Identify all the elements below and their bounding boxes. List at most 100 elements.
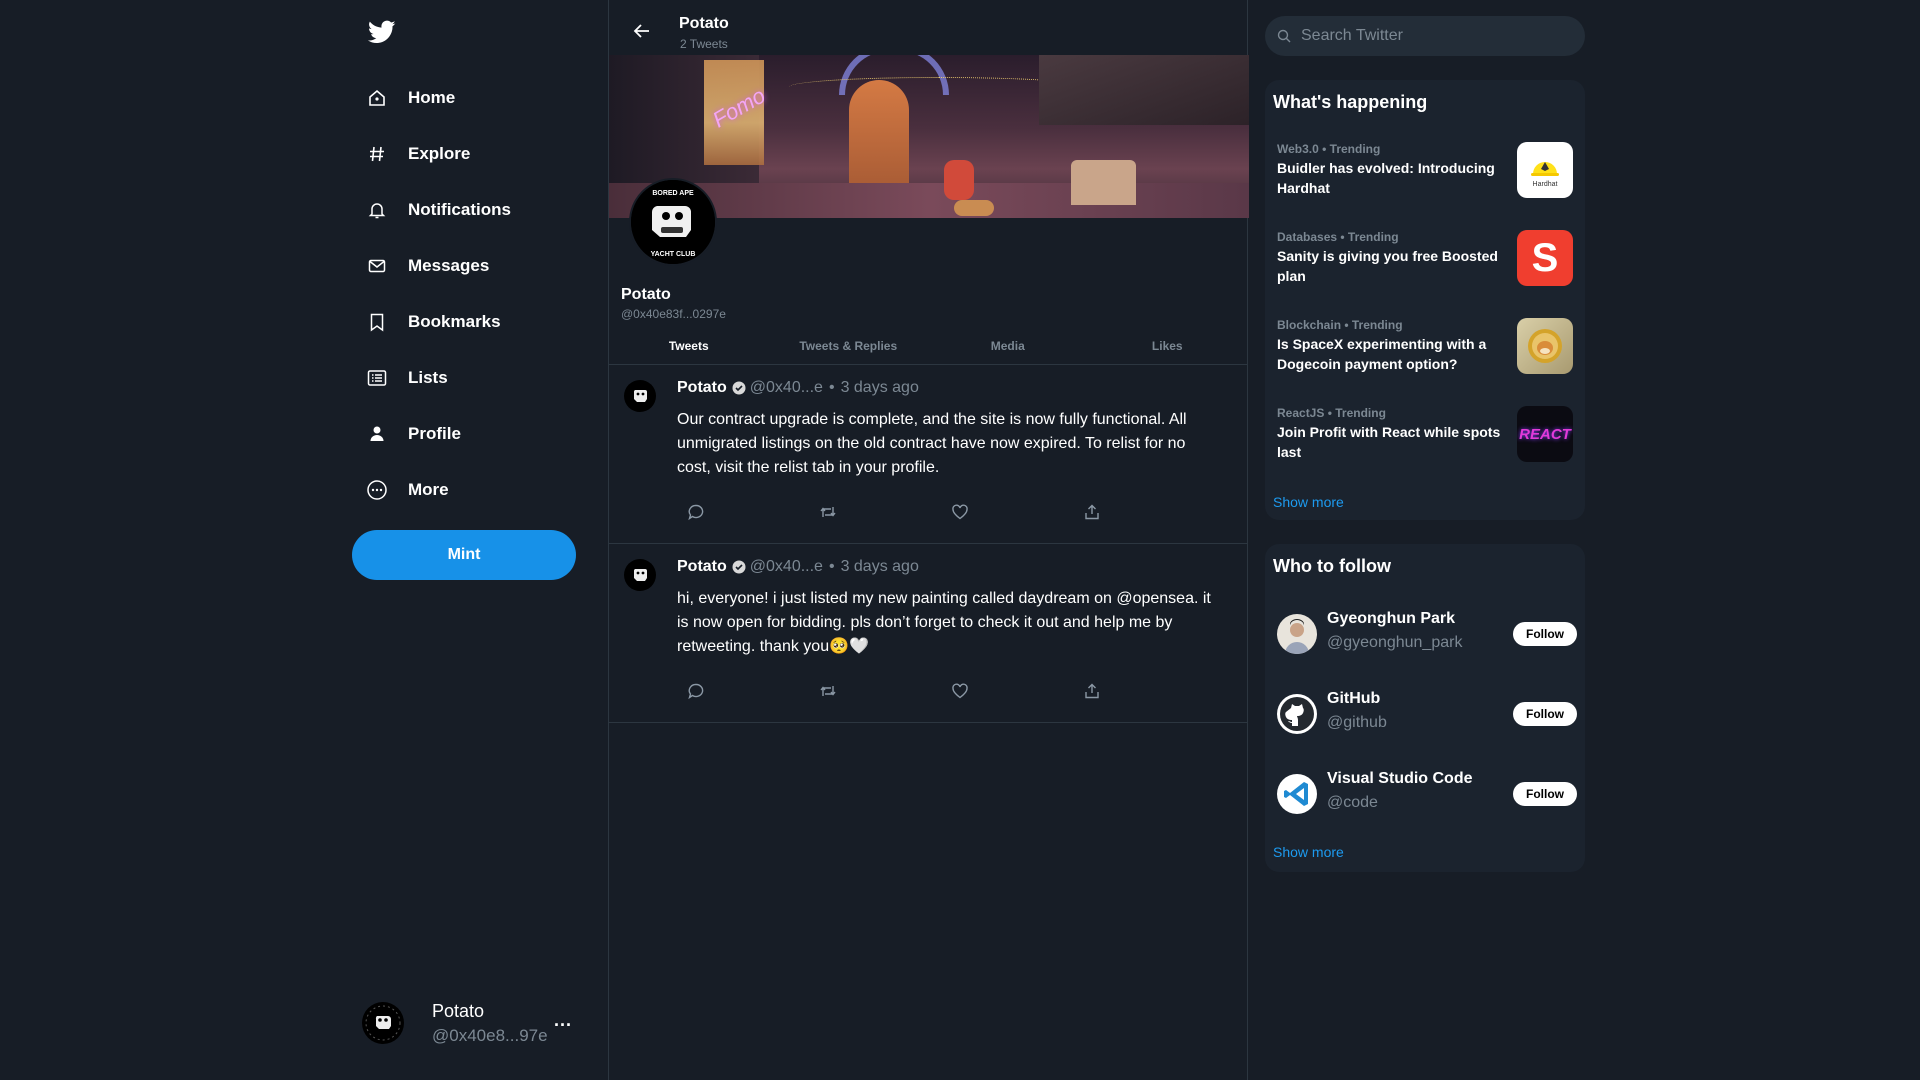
svg-text:YACHT CLUB: YACHT CLUB [651,251,696,258]
tweet-author[interactable]: Potato [677,558,727,576]
like-heart-icon[interactable] [951,503,1083,521]
follow-suggestion[interactable]: Visual Studio Code @code Follow [1277,768,1577,828]
nav-item-home[interactable]: Home [366,70,511,126]
search-box[interactable] [1265,16,1585,56]
user-avatar [1277,614,1317,654]
nav-item-bookmarks[interactable]: Bookmarks [366,294,511,350]
trend-title: Is SpaceX experimenting with a Dogecoin … [1277,336,1487,372]
trend-title: Sanity is giving you free Boosted plan [1277,248,1498,284]
trend-item[interactable]: Blockchain • Trending Is SpaceX experime… [1277,318,1573,398]
nav-label: More [408,480,449,499]
tweet-text: hi, everyone! i just listed my new paint… [677,590,1211,655]
account-avatar [362,1002,404,1044]
trend-item[interactable]: ReactJS • Trending Join Profit with Reac… [1277,406,1573,486]
tweet-handle: @0x40...e [749,558,823,575]
separator: • [828,558,835,575]
profile-header: Potato 2 Tweets [609,0,1247,55]
back-arrow-icon[interactable] [631,20,653,42]
trend-title: Buidler has evolved: Introducing Hardhat [1277,160,1495,196]
envelope-icon [366,255,388,277]
nav-item-explore[interactable]: Explore [366,126,511,182]
profile-avatar[interactable]: BORED APE YACHT CLUB [629,178,717,266]
nav-label: Notifications [408,200,511,219]
verified-badge-icon [732,560,746,574]
tweet-actions [687,682,1215,700]
retweet-icon[interactable] [819,682,951,700]
profile-handle: @0x40e83f...0297e [621,307,726,321]
tweet-handle: @0x40...e [749,379,823,396]
nav-item-profile[interactable]: Profile [366,406,511,462]
whats-happening-panel: What's happening Web3.0 • Trending Buidl… [1265,80,1585,520]
twitter-bird-icon[interactable] [368,18,396,46]
tab-media[interactable]: Media [928,327,1088,364]
account-switcher[interactable]: Potato @0x40e8...97e ... [362,996,582,1050]
nav-label: Explore [408,144,471,163]
tab-tweets[interactable]: Tweets [609,327,769,364]
tweet-time[interactable]: 3 days ago [841,558,919,576]
profile-column: Potato 2 Tweets Fomo BORED APE YACHT CLUB… [608,0,1249,1080]
react-thumbnail: REACT [1517,406,1573,462]
who-to-follow-panel: Who to follow Gyeonghun Park @gyeonghun_… [1265,544,1585,872]
trend-item[interactable]: Databases • Trending Sanity is giving yo… [1277,230,1573,310]
follow-button[interactable]: Follow [1513,702,1577,726]
profile-tabs: Tweets Tweets & Replies Media Likes [609,327,1247,365]
user-handle: @code [1327,794,1378,811]
tab-tweets-replies[interactable]: Tweets & Replies [769,327,929,364]
tab-likes[interactable]: Likes [1088,327,1248,364]
hashtag-icon [366,143,388,165]
tweet[interactable]: Potato @0x40...e • 3 days ago Our contra… [609,365,1247,544]
tweet-avatar[interactable] [624,559,656,591]
nav-item-more[interactable]: More [366,462,511,518]
search-input[interactable] [1301,27,1561,45]
share-icon[interactable] [1083,682,1215,700]
user-handle: @gyeonghun_park [1327,634,1463,651]
trend-title: Join Profit with React while spots last [1277,424,1501,460]
mint-button[interactable]: Mint [352,530,576,580]
tweet-count: 2 Tweets [680,37,728,51]
show-more-link[interactable]: Show more [1273,844,1344,860]
main-nav: Home Explore Notifications Messages Book… [366,70,511,518]
tweet-text: Our contract upgrade is complete, and th… [677,411,1187,476]
tweet-avatar[interactable] [624,380,656,412]
account-name: Potato [432,1000,485,1021]
tweet[interactable]: Potato @0x40...e • 3 days ago hi, everyo… [609,544,1247,723]
nav-item-notifications[interactable]: Notifications [366,182,511,238]
svg-text:Hardhat: Hardhat [1533,181,1558,188]
dogecoin-thumbnail [1517,318,1573,374]
reply-icon[interactable] [687,682,819,700]
more-circle-icon [366,479,388,501]
nav-label: Messages [408,256,490,275]
share-icon[interactable] [1083,503,1215,521]
reply-icon[interactable] [687,503,819,521]
separator: • [828,379,835,396]
more-dots-icon[interactable]: ... [554,1010,572,1031]
github-avatar [1277,694,1317,734]
verified-badge-icon [732,381,746,395]
trend-item[interactable]: Web3.0 • Trending Buidler has evolved: I… [1277,142,1573,222]
nav-item-lists[interactable]: Lists [366,350,511,406]
show-more-link[interactable]: Show more [1273,494,1344,510]
list-icon [366,367,388,389]
svg-text:BORED APE: BORED APE [652,190,694,197]
user-name: Visual Studio Code [1327,770,1473,787]
nav-label: Home [408,88,456,107]
follow-button[interactable]: Follow [1513,782,1577,806]
nav-label: Bookmarks [408,312,501,331]
tweet-author[interactable]: Potato [677,379,727,397]
tweet-time[interactable]: 3 days ago [841,379,919,397]
hardhat-thumbnail: Hardhat [1517,142,1573,198]
sanity-thumbnail: S [1517,230,1573,286]
retweet-icon[interactable] [819,503,951,521]
user-handle: @github [1327,714,1387,731]
person-icon [366,423,388,445]
panel-title: What's happening [1273,92,1428,112]
follow-suggestion[interactable]: Gyeonghun Park @gyeonghun_park Follow [1277,608,1577,668]
bell-icon [366,199,388,221]
follow-suggestion[interactable]: GitHub @github Follow [1277,688,1577,748]
nav-item-messages[interactable]: Messages [366,238,511,294]
follow-button[interactable]: Follow [1513,622,1577,646]
like-heart-icon[interactable] [951,682,1083,700]
user-name: Gyeonghun Park [1327,610,1456,627]
tweet-actions [687,503,1215,521]
home-icon [366,87,388,109]
